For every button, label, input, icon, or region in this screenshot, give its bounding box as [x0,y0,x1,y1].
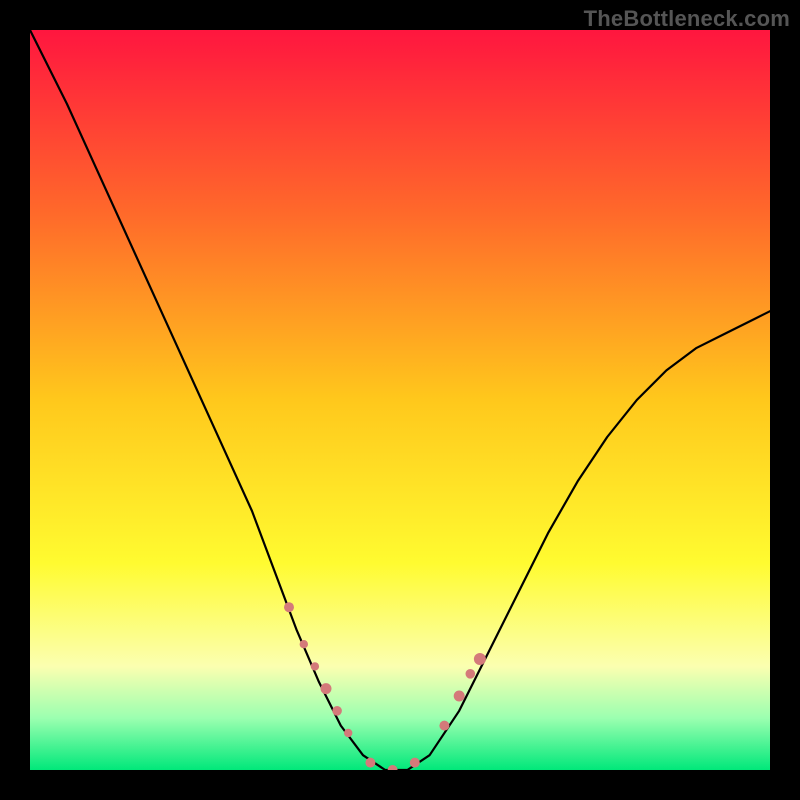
chart-svg [30,30,770,770]
marker-dot [284,602,294,612]
gradient-background [30,30,770,770]
chart-frame: TheBottleneck.com [0,0,800,800]
marker-dot [439,721,449,731]
marker-dot [300,640,308,648]
watermark-text: TheBottleneck.com [584,6,790,32]
marker-dot [365,758,375,768]
marker-dot [311,662,319,670]
marker-dot [410,758,420,768]
marker-dot [454,691,465,702]
marker-dot [474,653,486,665]
marker-dot [321,683,332,694]
marker-dot [332,706,342,716]
plot-area [30,30,770,770]
marker-dot [344,729,352,737]
marker-dot [466,669,476,679]
